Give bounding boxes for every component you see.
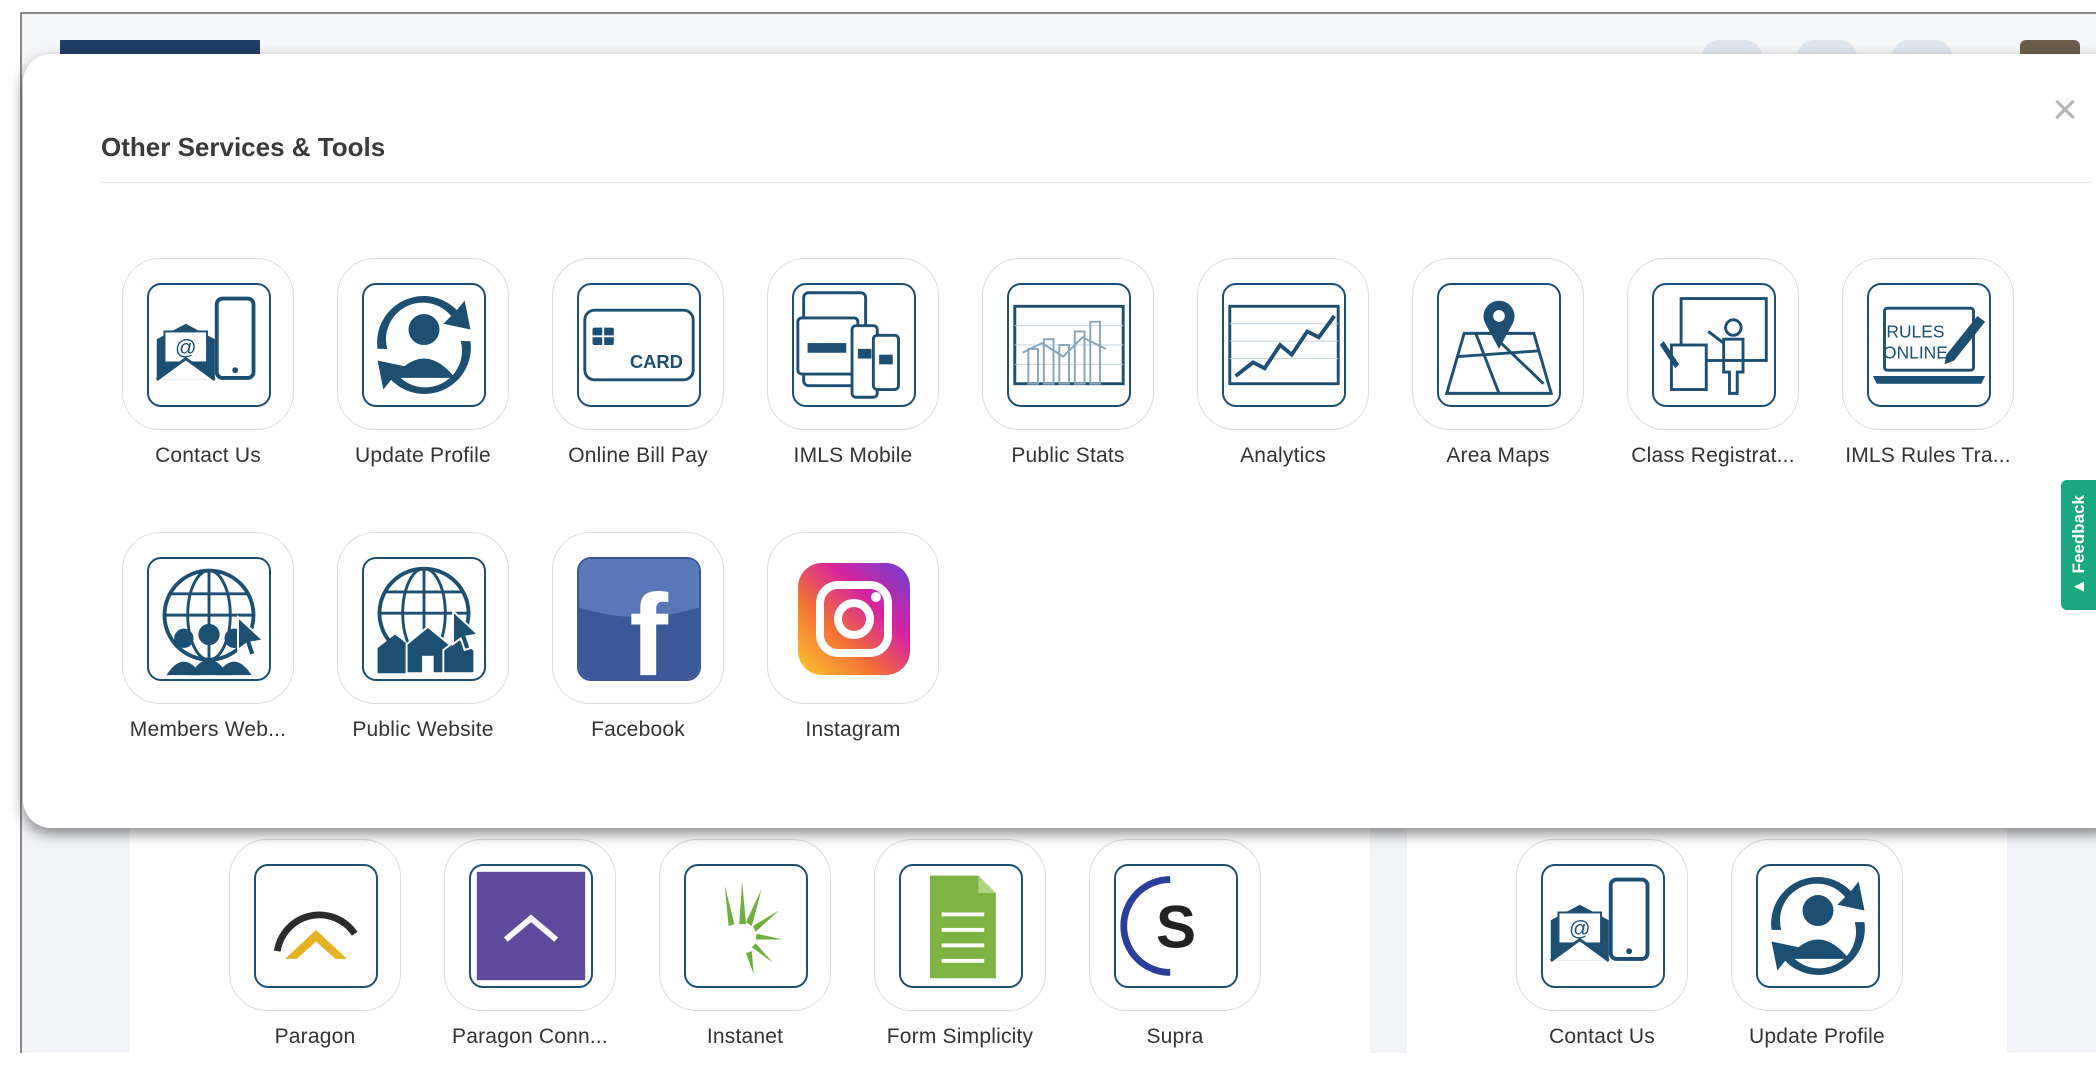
card-icon: CARD (577, 283, 701, 407)
tile-online-bill-pay[interactable]: CARD Online Bill Pay (551, 258, 725, 468)
rules-online-laptop-icon: RULES ONLINE (1867, 283, 1991, 407)
tile-button[interactable] (229, 839, 401, 1011)
tile-facebook[interactable]: f Facebook (551, 532, 725, 742)
modal-title: Other Services & Tools (101, 132, 386, 162)
tile-button[interactable]: @ (1516, 839, 1688, 1011)
svg-text:f: f (629, 570, 668, 679)
tile-button[interactable]: CARD (552, 258, 724, 430)
feedback-tab[interactable]: ▲ Feedback (2061, 480, 2096, 610)
instanet-leaf-icon (684, 864, 808, 988)
contact-mail-phone-icon: @ (147, 283, 271, 407)
svg-text:RULES: RULES (1886, 321, 1944, 341)
instagram-icon (792, 557, 916, 681)
tile-button[interactable] (337, 532, 509, 704)
contact-mail-phone-icon: @ (1541, 864, 1665, 988)
tile-button[interactable] (1197, 258, 1369, 430)
tile-label: Area Maps (1446, 444, 1550, 467)
bar-chart-icon (1007, 283, 1131, 407)
tile-supra[interactable]: S Supra (1088, 839, 1262, 1049)
tile-button[interactable] (444, 839, 616, 1011)
tile-button[interactable] (337, 258, 509, 430)
tile-label: Contact Us (155, 444, 261, 467)
tile-members-website[interactable]: Members Web... (121, 532, 295, 742)
divider (101, 182, 2091, 183)
tile-label: Members Web... (129, 718, 287, 741)
tile-button[interactable] (1412, 258, 1584, 430)
tile-label: Public Stats (1011, 444, 1125, 467)
tile-button[interactable] (874, 839, 1046, 1011)
tile-label: Update Profile (1749, 1025, 1885, 1048)
tile-label: Contact Us (1549, 1025, 1655, 1048)
svg-text:@: @ (175, 336, 197, 360)
tile-label: Paragon Conn... (452, 1025, 608, 1048)
tile-label: Supra (1146, 1025, 1204, 1048)
mobile-devices-icon (792, 283, 916, 407)
update-profile-icon (362, 283, 486, 407)
tile-button[interactable]: S (1089, 839, 1261, 1011)
tile-button[interactable] (1627, 258, 1799, 430)
tools-panel-left: Paragon Paragon Conn... Instanet Form Si… (130, 794, 1370, 1074)
paragon-connect-icon (469, 864, 593, 988)
tile-label: Facebook (591, 718, 685, 741)
tile-button[interactable] (659, 839, 831, 1011)
tile-analytics[interactable]: Analytics (1196, 258, 1370, 468)
tile-label: Instanet (706, 1025, 784, 1048)
tile-button[interactable] (122, 532, 294, 704)
tile-button[interactable]: RULES ONLINE (1842, 258, 2014, 430)
close-icon[interactable]: × (2043, 88, 2087, 132)
tile-label: Class Registrat... (1631, 444, 1795, 467)
update-profile-icon (1756, 864, 1880, 988)
feedback-label: ▲ Feedback (2068, 495, 2088, 595)
paragon-roof-icon (254, 864, 378, 988)
tile-area-maps[interactable]: Area Maps (1411, 258, 1585, 468)
tile-label: Paragon (274, 1025, 356, 1048)
tile-update-profile[interactable]: Update Profile (336, 258, 510, 468)
class-presenter-icon (1652, 283, 1776, 407)
tile-button[interactable]: f (552, 532, 724, 704)
tools-panel-right: @ Contact Us Update Profile (1407, 794, 2007, 1074)
tile-instagram[interactable]: Instagram (766, 532, 940, 742)
services-tools-modal: Other Services & Tools × @ Contact Us Up… (23, 54, 2096, 828)
tile-button[interactable]: @ (122, 258, 294, 430)
tile-contact-us-bg[interactable]: @ Contact Us (1515, 839, 1689, 1049)
facebook-icon: f (577, 557, 701, 681)
tile-contact-us[interactable]: @ Contact Us (121, 258, 295, 468)
tile-button[interactable] (767, 532, 939, 704)
tile-label: Analytics (1240, 444, 1326, 467)
tile-label: IMLS Rules Tra... (1845, 444, 2011, 467)
tile-label: Online Bill Pay (568, 444, 708, 467)
globe-members-icon (147, 557, 271, 681)
svg-text:ONLINE: ONLINE (1883, 343, 1948, 363)
tile-paragon[interactable]: Paragon (228, 839, 402, 1049)
svg-text:CARD: CARD (630, 351, 683, 372)
tile-label: IMLS Mobile (793, 444, 913, 467)
line-graph-icon (1222, 283, 1346, 407)
tile-label: Form Simplicity (886, 1025, 1034, 1048)
tile-public-stats[interactable]: Public Stats (981, 258, 1155, 468)
tile-class-registration[interactable]: Class Registrat... (1626, 258, 1800, 468)
tile-paragon-connect[interactable]: Paragon Conn... (443, 839, 617, 1049)
tile-public-website[interactable]: Public Website (336, 532, 510, 742)
tile-imls-rules[interactable]: RULES ONLINE IMLS Rules Tra... (1841, 258, 2015, 468)
tile-form-simplicity[interactable]: Form Simplicity (873, 839, 1047, 1049)
tile-button[interactable] (982, 258, 1154, 430)
svg-text:@: @ (1569, 917, 1591, 941)
tile-update-profile-bg[interactable]: Update Profile (1730, 839, 1904, 1049)
document-icon (899, 864, 1023, 988)
svg-text:S: S (1156, 893, 1196, 960)
map-pin-icon (1437, 283, 1561, 407)
tile-imls-mobile[interactable]: IMLS Mobile (766, 258, 940, 468)
tile-label: Update Profile (355, 444, 491, 467)
tile-button[interactable] (767, 258, 939, 430)
supra-icon: S (1114, 864, 1238, 988)
tile-button[interactable] (1731, 839, 1903, 1011)
tile-label: Instagram (805, 718, 901, 741)
tile-instanet[interactable]: Instanet (658, 839, 832, 1049)
tile-label: Public Website (352, 718, 494, 741)
globe-houses-icon (362, 557, 486, 681)
